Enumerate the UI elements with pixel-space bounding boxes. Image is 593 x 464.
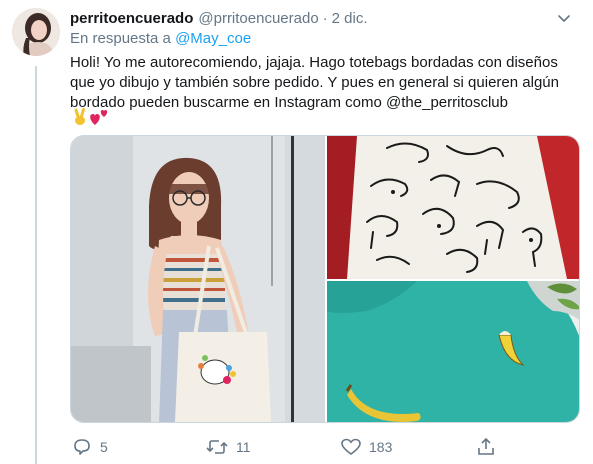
tweet-text: Holi! Yo me autorecomiendo, jajaja. Hago… bbox=[70, 54, 559, 111]
chevron-down-icon[interactable] bbox=[555, 12, 573, 26]
heart-icon bbox=[341, 438, 361, 455]
user-handle[interactable]: @prritoencuerado bbox=[198, 10, 318, 27]
tweet-header: perritoencuerado @prritoencuerado · 2 di… bbox=[70, 8, 581, 28]
share-button[interactable] bbox=[476, 436, 504, 458]
two-hearts-icon bbox=[89, 108, 109, 126]
photo-dog-embroidered-tote[interactable] bbox=[327, 136, 579, 279]
reply-count: 5 bbox=[100, 439, 108, 455]
victory-hand-icon bbox=[72, 108, 88, 126]
reply-icon bbox=[74, 439, 90, 455]
media-grid bbox=[70, 135, 580, 423]
tweet-date[interactable]: 2 dic. bbox=[332, 10, 368, 27]
retweet-button[interactable]: 11 bbox=[206, 436, 251, 458]
tweet-actions: 5 11 183 bbox=[70, 436, 540, 458]
avatar[interactable] bbox=[12, 8, 60, 56]
reply-context: En respuesta a @May_coe bbox=[70, 30, 251, 47]
reply-prefix: En respuesta a bbox=[70, 30, 171, 47]
photo-banana-embroidery[interactable] bbox=[327, 281, 579, 422]
display-name[interactable]: perritoencuerado bbox=[70, 10, 193, 27]
retweet-icon bbox=[206, 440, 228, 454]
like-count: 183 bbox=[369, 439, 393, 455]
thread-line bbox=[35, 66, 37, 464]
photo-girl-with-tote[interactable] bbox=[71, 136, 325, 422]
reply-to-mention[interactable]: @May_coe bbox=[175, 30, 251, 47]
separator-dot: · bbox=[322, 9, 328, 27]
reply-button[interactable]: 5 bbox=[72, 436, 108, 458]
share-icon bbox=[478, 437, 494, 455]
retweet-count: 11 bbox=[236, 439, 251, 455]
like-button[interactable]: 183 bbox=[341, 436, 392, 458]
emoji-line bbox=[72, 108, 109, 126]
